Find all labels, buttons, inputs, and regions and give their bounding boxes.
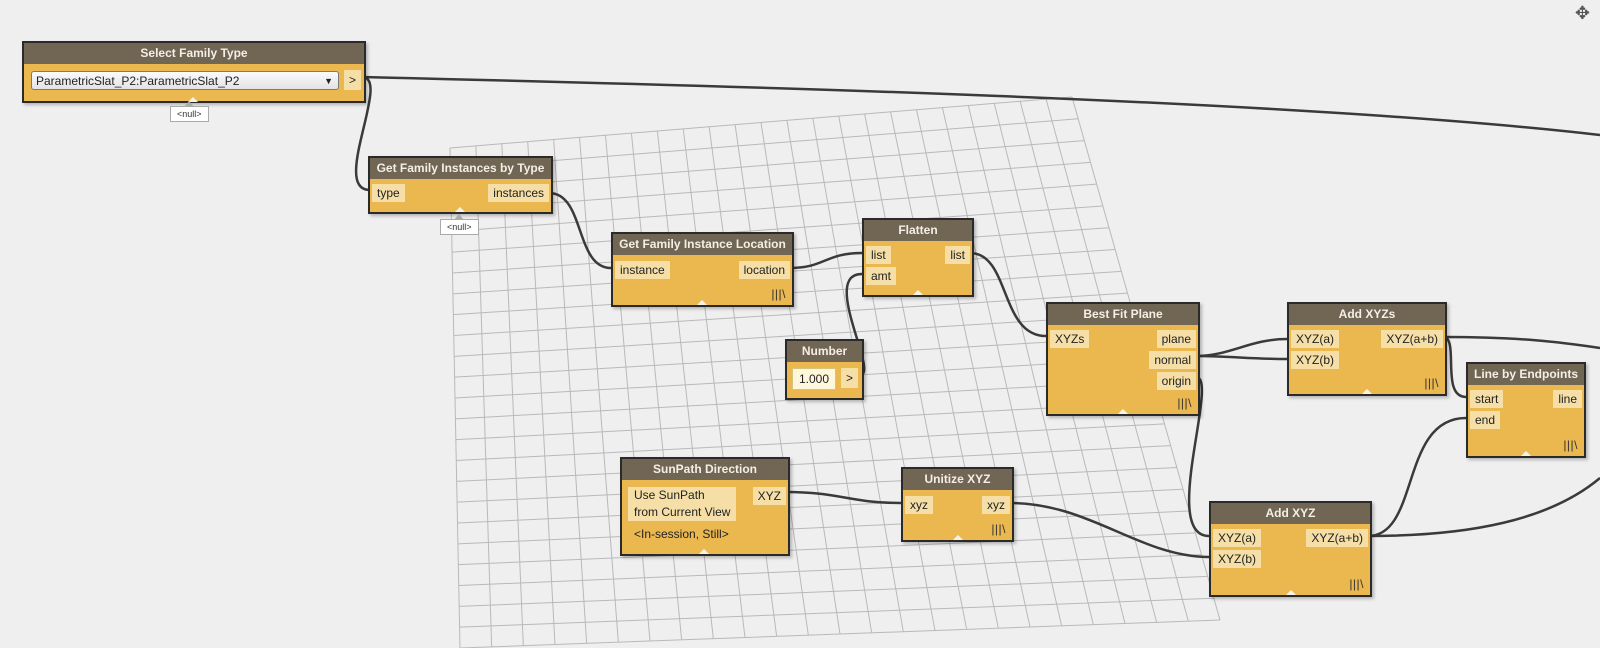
number-input[interactable]: 1.000 (792, 368, 837, 390)
wire-addxyz-to-line-end (1367, 416, 1467, 538)
input-port-instance[interactable]: instance (615, 261, 670, 279)
node-title: Get Family Instances by Type (370, 158, 551, 179)
input-port-list[interactable]: list (866, 246, 891, 264)
wire-addxyz-to-offscreen (1367, 477, 1600, 538)
output-port-xyz-sum[interactable]: XYZ(a+b) (1306, 529, 1368, 547)
output-port-normal[interactable]: normal (1149, 351, 1196, 369)
preview-bubble: <null> (440, 214, 479, 235)
node-title: Unitize XYZ (903, 469, 1012, 490)
lacing-indicator[interactable]: |||\ (1349, 577, 1364, 591)
preview-toggle-icon[interactable] (455, 207, 465, 212)
family-type-dropdown[interactable]: ParametricSlat_P2:ParametricSlat_P2 ▼ (31, 71, 339, 90)
output-port[interactable]: > (344, 70, 361, 90)
output-port-line[interactable]: line (1553, 390, 1582, 408)
node-add-xyzs[interactable]: Add XYZs XYZ(a) XYZ(b) XYZ(a+b) |||\ (1287, 302, 1447, 396)
node-title: Add XYZ (1211, 503, 1370, 524)
node-get-family-instance-location[interactable]: Get Family Instance Location instance lo… (611, 232, 794, 307)
node-get-family-instances[interactable]: Get Family Instances by Type type instan… (368, 156, 553, 214)
grid-line (459, 619, 1221, 648)
sunpath-label: Use SunPath from Current View (628, 487, 737, 521)
output-port-instances[interactable]: instances (488, 184, 549, 202)
node-number[interactable]: Number 1.000 > (785, 339, 864, 400)
lacing-indicator[interactable]: |||\ (1563, 438, 1578, 452)
output-port-xyz[interactable]: XYZ (752, 487, 786, 505)
preview-toggle-icon[interactable] (699, 549, 709, 554)
wire-addxyzs-to-offscreen (1442, 335, 1600, 350)
wire-normal-to-addxyzs-b (1195, 354, 1288, 361)
input-port-xyz-b[interactable]: XYZ(b) (1291, 351, 1340, 369)
node-title: Best Fit Plane (1048, 304, 1198, 325)
node-title: Select Family Type (24, 43, 364, 64)
dropdown-value: ParametricSlat_P2:ParametricSlat_P2 (36, 74, 240, 88)
node-line-by-endpoints[interactable]: Line by Endpoints start end line |||\ (1466, 362, 1586, 458)
sunpath-label-line2: from Current View (634, 505, 731, 519)
preview-toggle-icon[interactable] (1521, 451, 1531, 456)
grid-line (459, 597, 1214, 628)
lacing-indicator[interactable]: |||\ (1177, 396, 1192, 410)
preview-toggle-icon[interactable] (1118, 409, 1128, 414)
node-title: Flatten (864, 220, 972, 241)
input-port-xyz-a[interactable]: XYZ(a) (1291, 330, 1340, 348)
node-select-family-type[interactable]: Select Family Type ParametricSlat_P2:Par… (22, 41, 366, 103)
move-icon[interactable]: ✥ (1575, 3, 1590, 24)
wire-normal-to-addxyzs-a (1195, 337, 1288, 358)
preview-toggle-icon[interactable] (697, 300, 707, 305)
lacing-indicator[interactable]: |||\ (771, 287, 786, 301)
node-sunpath-direction[interactable]: SunPath Direction Use SunPath from Curre… (620, 457, 790, 556)
grid-line (890, 111, 999, 629)
input-port-xyz-b[interactable]: XYZ(b) (1213, 550, 1262, 568)
input-port-xyz-a[interactable]: XYZ(a) (1213, 529, 1262, 547)
node-title: Get Family Instance Location (613, 234, 792, 255)
input-port-start[interactable]: start (1470, 390, 1504, 408)
grid-line (864, 113, 968, 630)
node-best-fit-plane[interactable]: Best Fit Plane XYZs plane normal origin … (1046, 302, 1200, 416)
grid-line (456, 423, 1165, 461)
output-port-xyz[interactable]: xyz (982, 496, 1010, 514)
node-title: Number (787, 341, 862, 362)
output-port-location[interactable]: location (738, 261, 790, 279)
node-title: Line by Endpoints (1468, 364, 1584, 385)
node-title: Add XYZs (1289, 304, 1445, 325)
grid-line (456, 445, 1171, 482)
preview-toggle-icon[interactable] (953, 535, 963, 540)
sunpath-status: <In-session, Still> (634, 527, 729, 541)
preview-toggle-icon[interactable] (913, 290, 923, 295)
lacing-indicator[interactable]: |||\ (991, 522, 1006, 536)
input-port-xyzs[interactable]: XYZs (1050, 330, 1090, 348)
grid-line (457, 466, 1177, 503)
wire-sunpath-to-unitize (785, 490, 902, 505)
output-port-plane[interactable]: plane (1156, 330, 1196, 348)
preview-bubble: <null> (170, 101, 209, 122)
input-port-type[interactable]: type (372, 184, 405, 202)
output-port-origin[interactable]: origin (1156, 372, 1196, 390)
output-port[interactable]: > (841, 368, 858, 388)
preview-toggle-icon[interactable] (1362, 389, 1372, 394)
chevron-down-icon: ▼ (324, 76, 333, 86)
node-flatten[interactable]: Flatten list amt list (862, 218, 974, 297)
node-add-xyz[interactable]: Add XYZ XYZ(a) XYZ(b) XYZ(a+b) |||\ (1209, 501, 1372, 597)
lacing-indicator[interactable]: |||\ (1424, 376, 1439, 390)
sunpath-label-line1: Use SunPath (634, 488, 705, 502)
grid-line (916, 109, 1031, 628)
grid-line (941, 107, 1063, 626)
node-title: SunPath Direction (622, 459, 788, 480)
input-port-end[interactable]: end (1470, 411, 1501, 429)
node-unitize-xyz[interactable]: Unitize XYZ xyz xyz |||\ (901, 467, 1014, 542)
wire-location-to-flatten (789, 251, 863, 270)
output-port-xyz-sum[interactable]: XYZ(a+b) (1381, 330, 1443, 348)
preview-toggle-icon[interactable] (1286, 590, 1296, 595)
output-port-list[interactable]: list (945, 246, 970, 264)
input-port-amt[interactable]: amt (866, 267, 897, 285)
input-port-xyz[interactable]: xyz (905, 496, 933, 514)
